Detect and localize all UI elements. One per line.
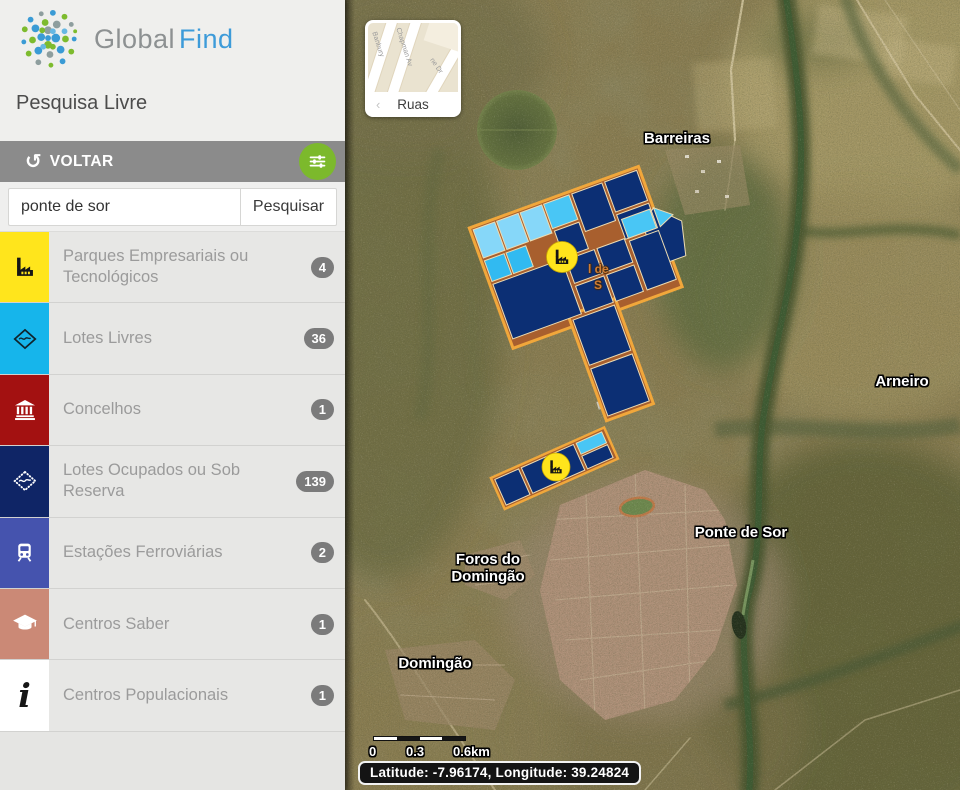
undo-arrow-icon: ↺ [25, 152, 42, 172]
map-layer-toggle[interactable]: Banbury Chapman Av ne Dr ‹ Ruas [365, 20, 461, 117]
occupied-lot-icon [0, 446, 49, 516]
page-title: Pesquisa Livre [16, 92, 345, 115]
category-label: Centros Populacionais [49, 685, 311, 706]
sidebar: GlobalFind Pesquisa Livre ↺ VOLTAR [0, 0, 345, 790]
category-count-badge: 1 [311, 399, 334, 420]
category-label: Lotes Livres [49, 328, 304, 349]
info-icon: i [0, 660, 49, 730]
category-label: Centros Saber [49, 614, 311, 635]
industrial-park-marker[interactable] [547, 242, 578, 273]
filters-button[interactable] [299, 143, 336, 180]
partial-street-label: S [594, 278, 602, 292]
category-row-estacoes-ferroviarias[interactable]: Estações Ferroviárias 2 [0, 518, 345, 589]
scale-tick: 0.6km [453, 744, 490, 759]
map-area[interactable]: Barreiras Arneiro Ponte de Sor Foros do … [345, 0, 960, 790]
free-lot-icon [0, 303, 49, 373]
partial-street-label: l de [588, 262, 609, 276]
category-row-centros-populacionais[interactable]: i Centros Populacionais 1 [0, 660, 345, 731]
industrial-strip-marker[interactable] [542, 453, 570, 481]
category-label: Concelhos [49, 399, 311, 420]
chevron-left-icon: ‹ [376, 97, 380, 112]
streets-thumbnail: Banbury Chapman Av ne Dr [368, 23, 458, 92]
brand-name-global: Global [94, 24, 175, 54]
category-count-badge: 1 [311, 685, 334, 706]
back-button-label: VOLTAR [50, 153, 114, 171]
brand: GlobalFind [0, 0, 345, 70]
search-button[interactable]: Pesquisar [240, 188, 337, 226]
category-row-lotes-ocupados[interactable]: Lotes Ocupados ou Sob Reserva 139 [0, 446, 345, 517]
category-count-badge: 36 [304, 328, 334, 349]
globalfind-app: GlobalFind Pesquisa Livre ↺ VOLTAR [0, 0, 960, 790]
category-row-concelhos[interactable]: Concelhos 1 [0, 375, 345, 446]
sidebar-header: GlobalFind Pesquisa Livre [0, 0, 345, 141]
category-row-centros-saber[interactable]: Centros Saber 1 [0, 589, 345, 660]
map-scale-bar: 0 0.3 0.6km [373, 736, 533, 757]
category-label: Estações Ferroviárias [49, 542, 311, 563]
layer-toggle-label-row: ‹ Ruas [368, 92, 458, 117]
place-label-arneiro: Arneiro [875, 373, 928, 390]
brand-name: GlobalFind [94, 24, 234, 55]
scale-tick: 0.3 [406, 744, 424, 759]
category-row-lotes-livres[interactable]: Lotes Livres 36 [0, 303, 345, 374]
train-icon [0, 518, 49, 588]
category-count-badge: 2 [311, 542, 334, 563]
place-label-foros-do-domingao: Foros do Domingão [443, 551, 533, 585]
sliders-icon [307, 151, 328, 172]
place-label-barreiras: Barreiras [644, 130, 710, 147]
category-count-badge: 4 [311, 257, 334, 278]
category-label: Parques Empresariais ou Tecnológicos [49, 246, 311, 288]
graduation-cap-icon [0, 589, 49, 659]
category-row-parques-empresariais[interactable]: Parques Empresariais ou Tecnológicos 4 [0, 232, 345, 303]
category-count-badge: 139 [296, 471, 334, 492]
government-building-icon [0, 375, 49, 445]
search-bar: Pesquisar [0, 182, 345, 232]
brand-name-find: Find [179, 24, 234, 54]
factory-icon [0, 232, 49, 302]
place-label-domingao: Domingão [398, 655, 471, 672]
category-list: Parques Empresariais ou Tecnológicos 4 L… [0, 232, 345, 732]
layer-toggle-label: Ruas [397, 97, 429, 112]
search-input[interactable] [8, 188, 240, 226]
minimap-block [424, 23, 458, 52]
category-label: Lotes Ocupados ou Sob Reserva [49, 460, 296, 502]
scale-tick: 0 [369, 744, 376, 759]
globalfind-logo-icon [18, 8, 80, 70]
coordinates-readout: Latitude: -7.96174, Longitude: 39.24824 [358, 761, 641, 785]
category-count-badge: 1 [311, 614, 334, 635]
back-button[interactable]: ↺ VOLTAR [0, 141, 345, 182]
place-label-ponte-de-sor: Ponte de Sor [695, 524, 788, 541]
